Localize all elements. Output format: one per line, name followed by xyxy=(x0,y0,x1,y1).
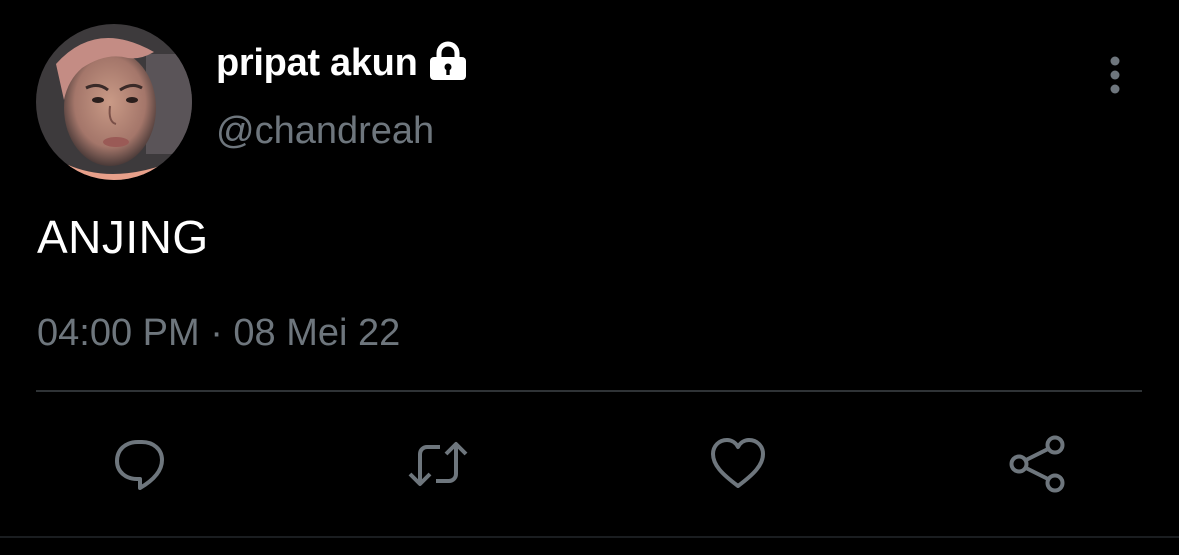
retweet-icon xyxy=(408,442,468,486)
like-button[interactable] xyxy=(706,432,770,496)
divider xyxy=(36,390,1142,392)
author-handle[interactable]: @chandreah xyxy=(216,110,434,153)
display-name[interactable]: pripat akun xyxy=(216,42,418,85)
heart-icon xyxy=(711,438,765,488)
tweet-text: ANJING xyxy=(37,211,209,263)
lock-icon xyxy=(426,41,470,81)
bottom-divider xyxy=(0,536,1179,538)
author-name-row[interactable]: pripat akun xyxy=(216,41,470,85)
share-button[interactable] xyxy=(1005,432,1069,496)
avatar[interactable] xyxy=(36,24,192,180)
reply-icon xyxy=(115,440,164,490)
share-icon xyxy=(1009,435,1065,493)
avatar-photo xyxy=(36,24,192,180)
tweet-card: pripat akun @chandreah ANJING 04:00 PM ·… xyxy=(0,0,1179,555)
more-vertical-icon[interactable] xyxy=(1100,54,1130,96)
tweet-timestamp[interactable]: 04:00 PM · 08 Mei 22 xyxy=(37,312,400,355)
reply-button[interactable] xyxy=(108,432,172,496)
retweet-button[interactable] xyxy=(406,432,470,496)
